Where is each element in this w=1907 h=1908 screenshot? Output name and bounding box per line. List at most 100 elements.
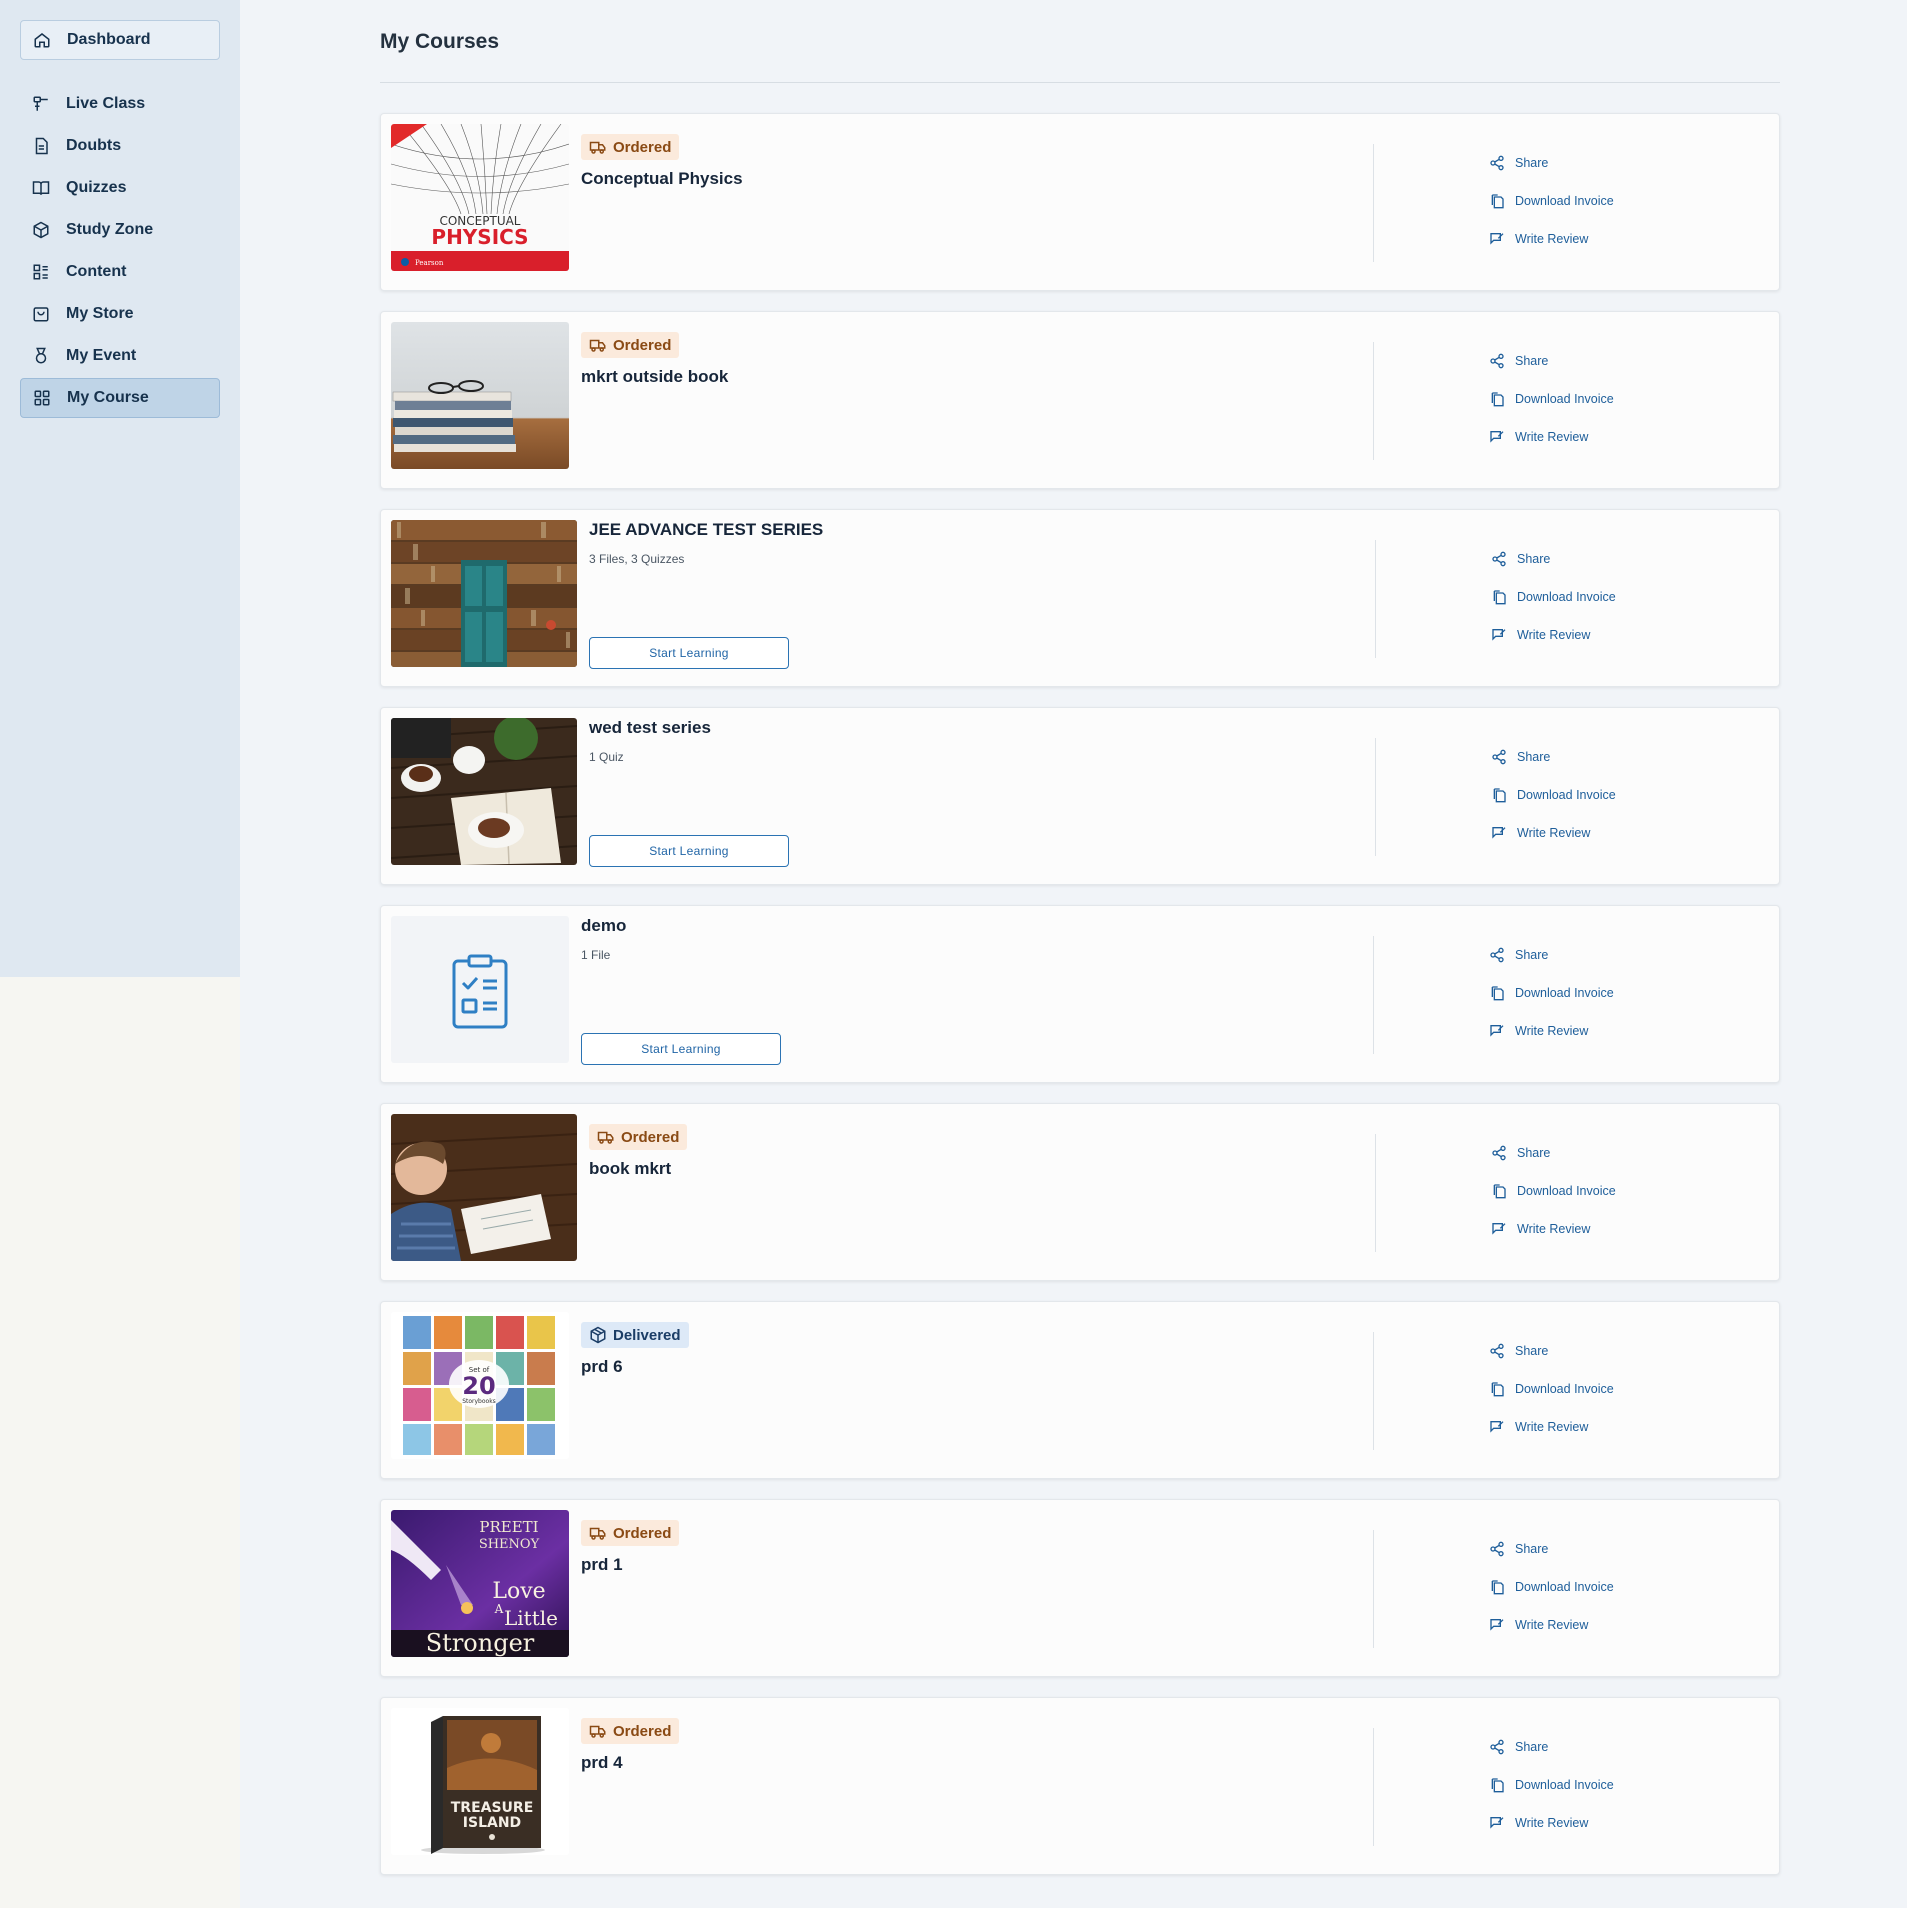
course-thumbnail[interactable] [391,520,577,667]
start-learning-button[interactable]: Start Learning [589,637,789,669]
sidebar-item-my-store[interactable]: My Store [20,294,220,334]
download-invoice-button[interactable]: Download Invoice [1491,1172,1616,1210]
course-list: CONCEPTUAL PHYSICS Pearson Ordered Conce… [380,113,1780,1875]
share-button[interactable]: Share [1491,1134,1616,1172]
share-button[interactable]: Share [1489,1530,1614,1568]
share-icon [1491,551,1507,567]
divider [1373,936,1374,1054]
divider [1373,1332,1374,1450]
write-review-button[interactable]: Write Review [1489,220,1614,258]
course-info: Ordered book mkrt [589,1124,688,1179]
download-invoice-button[interactable]: Download Invoice [1489,182,1614,220]
course-thumbnail[interactable]: TREASURE ISLAND [391,1708,569,1855]
sidebar-item-my-event[interactable]: My Event [20,336,220,376]
review-icon [1489,1617,1505,1633]
course-meta: 1 File [581,948,611,962]
write-review-button[interactable]: Write Review [1489,1408,1614,1446]
course-title[interactable]: prd 6 [581,1357,689,1377]
sidebar-item-dashboard[interactable]: Dashboard [20,20,220,60]
document-icon [32,137,50,155]
course-thumbnail[interactable]: CONCEPTUAL PHYSICS Pearson [391,124,569,271]
start-learning-button[interactable]: Start Learning [589,835,789,867]
download-invoice-button[interactable]: Download Invoice [1491,578,1616,616]
copy-icon [1489,1381,1505,1397]
download-invoice-button[interactable]: Download Invoice [1489,1370,1614,1408]
sidebar-item-my-course[interactable]: My Course [20,378,220,418]
share-icon [1489,1343,1505,1359]
sidebar-item-label: Doubts [66,137,122,154]
copy-icon [1489,1579,1505,1595]
share-button[interactable]: Share [1489,144,1614,182]
course-info: Ordered mkrt outside book [581,332,728,387]
sidebar-item-quizzes[interactable]: Quizzes [20,168,220,208]
course-thumbnail[interactable] [391,1114,577,1261]
share-button[interactable]: Share [1491,738,1616,776]
svg-text:A: A [494,1602,504,1616]
course-thumbnail[interactable] [391,322,569,469]
review-icon [1489,1023,1505,1039]
download-invoice-button[interactable]: Download Invoice [1489,974,1614,1012]
write-review-button[interactable]: Write Review [1491,814,1616,852]
course-title[interactable]: demo [581,916,626,936]
course-title[interactable]: prd 1 [581,1555,679,1575]
svg-text:Little: Little [504,1606,558,1630]
download-invoice-button[interactable]: Download Invoice [1489,380,1614,418]
review-icon [1491,1221,1507,1237]
course-card: PREETI SHENOY Love A Little Stronger Ord… [380,1499,1780,1677]
write-review-button[interactable]: Write Review [1489,1606,1614,1644]
copy-icon [1491,589,1507,605]
write-review-button[interactable]: Write Review [1489,1012,1614,1050]
page-title: My Courses [380,30,500,53]
sidebar-item-label: My Event [66,347,137,364]
status-badge: Delivered [581,1322,689,1348]
sidebar-item-live-class[interactable]: Live Class [20,84,220,124]
card-actions: Share Download Invoice Write Review [1491,738,1616,852]
course-thumbnail[interactable] [391,916,569,1063]
course-thumbnail[interactable]: Set of 20 Storybooks [391,1312,569,1459]
svg-text:PREETI: PREETI [479,1518,538,1536]
sidebar-item-content[interactable]: Content [20,252,220,292]
course-info: wed test series 1 Quiz Start Learning [589,718,789,867]
card-actions: Share Download Invoice Write Review [1489,1332,1614,1446]
course-title[interactable]: prd 4 [581,1753,679,1773]
course-title[interactable]: book mkrt [589,1159,687,1179]
sidebar-item-doubts[interactable]: Doubts [20,126,220,166]
course-title[interactable]: mkrt outside book [581,367,728,387]
sidebar-item-label: Live Class [66,95,146,112]
divider [1373,1728,1374,1846]
course-card: wed test series 1 Quiz Start Learning Sh… [380,707,1780,885]
write-review-button[interactable]: Write Review [1491,616,1616,654]
share-button[interactable]: Share [1489,342,1614,380]
course-title[interactable]: JEE ADVANCE TEST SERIES [589,520,823,540]
share-button[interactable]: Share [1489,1728,1614,1766]
write-review-button[interactable]: Write Review [1491,1210,1616,1248]
write-review-button[interactable]: Write Review [1489,1804,1614,1842]
download-invoice-button[interactable]: Download Invoice [1491,776,1616,814]
course-title[interactable]: Conceptual Physics [581,169,743,189]
share-button[interactable]: Share [1489,936,1614,974]
start-learning-button[interactable]: Start Learning [581,1033,781,1065]
divider [1375,738,1376,856]
card-actions: Share Download Invoice Write Review [1491,540,1616,654]
share-button[interactable]: Share [1491,540,1616,578]
sidebar-item-study-zone[interactable]: Study Zone [20,210,220,250]
course-thumbnail[interactable] [391,718,577,865]
download-invoice-button[interactable]: Download Invoice [1489,1766,1614,1804]
live-class-icon [32,95,50,113]
sidebar-item-label: Quizzes [66,179,127,196]
download-invoice-button[interactable]: Download Invoice [1489,1568,1614,1606]
svg-text:ISLAND: ISLAND [463,1815,521,1831]
course-info: demo 1 File Start Learning [581,916,781,1065]
main-content: My Courses CONCEPTUAL PHYSICS Pearson Or… [380,0,1780,1895]
course-card: Set of 20 Storybooks Delivered prd 6 Sha… [380,1301,1780,1479]
divider [1375,1134,1376,1252]
course-thumbnail[interactable]: PREETI SHENOY Love A Little Stronger [391,1510,569,1657]
write-review-button[interactable]: Write Review [1489,418,1614,456]
divider [1373,342,1374,460]
stacked-books-photo [391,322,569,469]
grid-icon [33,389,51,407]
course-title[interactable]: wed test series [589,718,711,738]
sidebar-item-label: Dashboard [67,31,151,48]
share-button[interactable]: Share [1489,1332,1614,1370]
treasure-island-cover: TREASURE ISLAND [391,1708,569,1855]
